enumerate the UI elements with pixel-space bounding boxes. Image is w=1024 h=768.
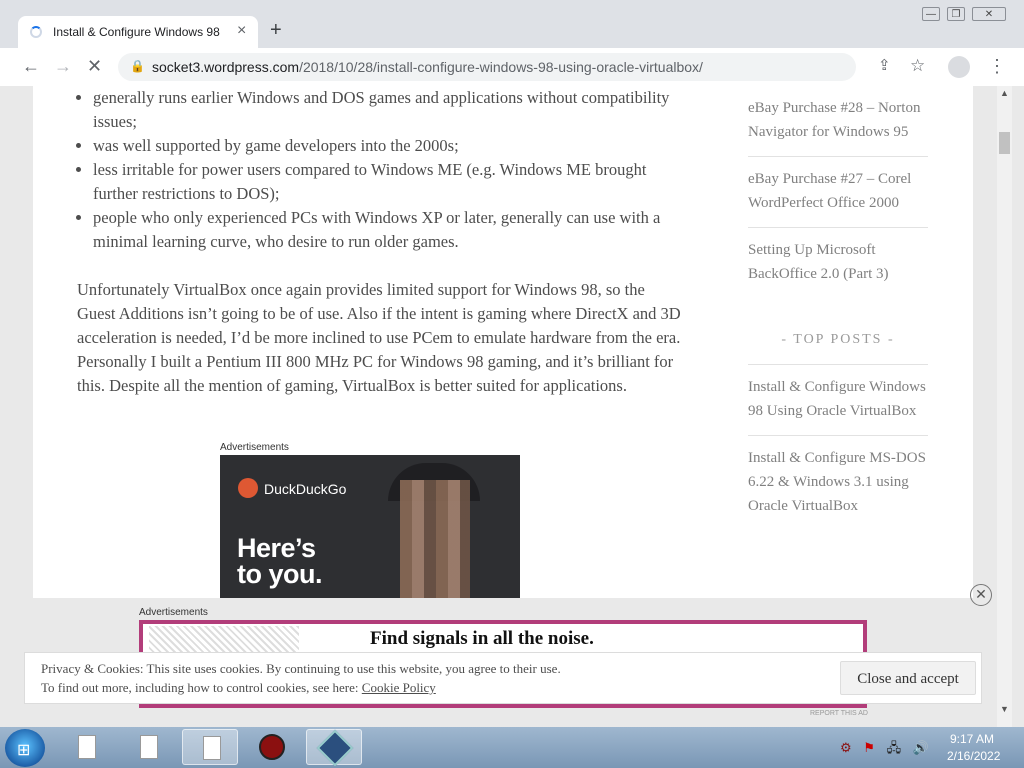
cookie-text-prefix: To find out more, including how to contr… [41, 680, 362, 695]
url-text: socket3.wordpress.com/2018/10/28/install… [152, 59, 703, 75]
minimize-button[interactable]: — [922, 7, 940, 21]
taskbar: ⊞ ⚙ ⚑ 🖧 🔊 9:17 AM 2/16/2022 [0, 727, 1024, 768]
maximize-button[interactable]: ❐ [947, 7, 965, 21]
loading-spinner-icon [30, 26, 42, 38]
sidebar: eBay Purchase #28 – Norton Navigator for… [748, 86, 928, 530]
share-icon[interactable]: ⇪ [878, 56, 891, 76]
action-center-icon[interactable]: ⚑ [863, 740, 875, 755]
url-domain: socket3.wordpress.com [152, 59, 300, 75]
tab-title: Install & Configure Windows 98 [53, 25, 220, 39]
start-button[interactable]: ⊞ [5, 729, 45, 767]
ad-headline-line: to you. [237, 559, 323, 589]
document-icon [203, 736, 221, 760]
new-tab-button[interactable]: + [270, 20, 282, 40]
windows-logo-icon: ⊞ [17, 742, 31, 759]
sidebar-post-link[interactable]: Setting Up Microsoft BackOffice 2.0 (Par… [748, 228, 928, 298]
tray-app-icon[interactable]: ⚙ [840, 740, 852, 755]
tab-strip: Install & Configure Windows 98 × + — ❐ ✕ [0, 0, 1024, 48]
clock-date[interactable]: 2/16/2022 [947, 749, 1000, 763]
pixelated-face-image [400, 480, 470, 598]
tab-close-icon[interactable]: × [237, 22, 246, 40]
taskbar-app-document[interactable] [120, 729, 176, 765]
network-icon[interactable]: 🖧 [887, 740, 902, 755]
cookie-banner: Privacy & Cookies: This site uses cookie… [24, 652, 982, 704]
cookie-text-line2: To find out more, including how to contr… [41, 680, 436, 696]
taskbar-app-browser[interactable] [182, 729, 238, 765]
ad-brand: DuckDuckGo [264, 481, 347, 497]
cookie-policy-link[interactable]: Cookie Policy [362, 680, 436, 695]
report-ad-link[interactable]: REPORT THIS AD [810, 710, 868, 717]
scroll-down-icon[interactable]: ▼ [1000, 704, 1009, 714]
top-post-link[interactable]: Install & Configure MS-DOS 6.22 & Window… [748, 436, 928, 530]
menu-dots-icon[interactable]: ⋮ [988, 56, 1006, 76]
system-tray: ⚙ ⚑ 🖧 🔊 [840, 739, 929, 761]
list-item: less irritable for power users compared … [93, 158, 687, 206]
browser-window: Install & Configure Windows 98 × + — ❐ ✕… [0, 0, 1024, 727]
list-item: people who only experienced PCs with Win… [93, 206, 687, 254]
ad-label: Advertisements [139, 607, 208, 618]
close-ad-icon[interactable]: ✕ [970, 584, 992, 606]
tab-active[interactable]: Install & Configure Windows 98 × [18, 16, 258, 48]
article-paragraph: Unfortunately VirtualBox once again prov… [77, 280, 681, 395]
close-window-button[interactable]: ✕ [972, 7, 1006, 21]
page-scrollbar[interactable]: ▲ ▼ [997, 86, 1012, 727]
page-content: generally runs earlier Windows and DOS g… [33, 86, 973, 598]
banner-ad-headline: Find signals in all the noise. [370, 628, 594, 649]
top-posts-heading: - TOP POSTS - [748, 328, 928, 365]
taskbar-app-document[interactable] [58, 729, 114, 765]
forward-arrow-icon[interactable]: → [54, 56, 72, 76]
duckduckgo-logo-icon [238, 478, 258, 498]
top-post-link[interactable]: Install & Configure Windows 98 Using Ora… [748, 365, 928, 436]
web-page: generally runs earlier Windows and DOS g… [0, 86, 1024, 727]
cookie-text: Privacy & Cookies: This site uses cookie… [41, 661, 561, 676]
duckduckgo-ad[interactable]: DuckDuckGo Here’s to you. [220, 455, 520, 598]
article-body: generally runs earlier Windows and DOS g… [77, 86, 687, 398]
ad-headline: Here’s to you. [237, 533, 323, 589]
lock-icon[interactable]: 🔒 [130, 59, 145, 73]
sidebar-post-link[interactable]: eBay Purchase #28 – Norton Navigator for… [748, 86, 928, 157]
bullet-list: generally runs earlier Windows and DOS g… [77, 86, 687, 254]
close-and-accept-button[interactable]: Close and accept [840, 661, 976, 695]
gear-app-icon [259, 734, 285, 760]
back-arrow-icon[interactable]: ← [22, 56, 40, 76]
browser-toolbar: ← → ✕ 🔒 socket3.wordpress.com/2018/10/28… [0, 48, 1024, 86]
list-item: was well supported by game developers in… [93, 134, 687, 158]
address-bar[interactable]: 🔒 socket3.wordpress.com/2018/10/28/insta… [118, 53, 856, 81]
document-icon [140, 735, 158, 759]
stop-icon[interactable]: ✕ [87, 56, 102, 76]
document-icon [78, 735, 96, 759]
scrollbar-thumb[interactable] [999, 132, 1010, 154]
url-path: /2018/10/28/install-configure-windows-98… [299, 59, 703, 75]
bookmark-star-icon[interactable]: ☆ [910, 56, 925, 76]
volume-icon[interactable]: 🔊 [913, 740, 929, 755]
scroll-up-icon[interactable]: ▲ [1000, 88, 1009, 98]
profile-avatar-icon[interactable] [948, 56, 970, 78]
ad-headline-line: Here’s [237, 533, 316, 563]
sidebar-post-link[interactable]: eBay Purchase #27 – Corel WordPerfect Of… [748, 157, 928, 228]
ad-label: Advertisements [220, 442, 289, 453]
list-item: generally runs earlier Windows and DOS g… [93, 86, 687, 134]
taskbar-app-settings[interactable] [244, 729, 300, 765]
taskbar-app-virtualbox[interactable] [306, 729, 362, 767]
clock-time[interactable]: 9:17 AM [950, 732, 994, 746]
virtualbox-icon [316, 729, 354, 767]
